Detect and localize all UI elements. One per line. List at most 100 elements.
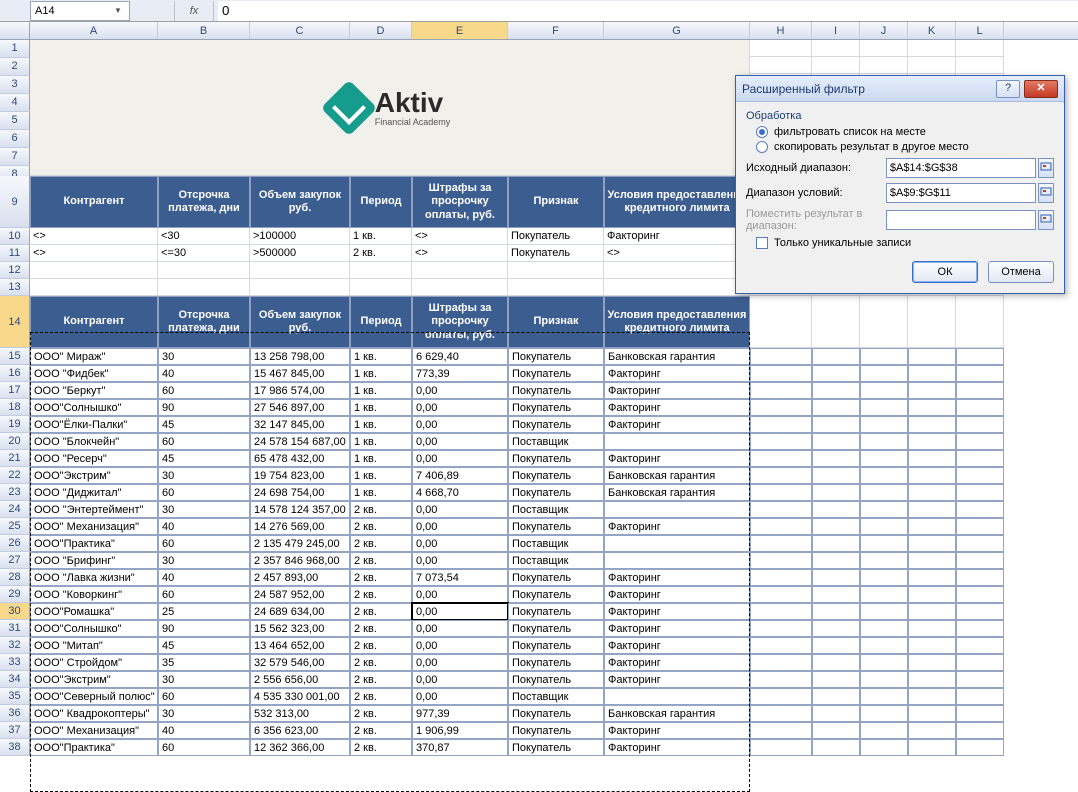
cell[interactable]: Банковская гарантия <box>604 705 750 722</box>
cell[interactable]: 0,00 <box>412 654 508 671</box>
cell[interactable] <box>750 688 812 705</box>
row-header-12[interactable]: 12 <box>0 262 30 279</box>
cell[interactable] <box>750 535 812 552</box>
cell[interactable] <box>750 637 812 654</box>
cell[interactable]: 30 <box>158 348 250 365</box>
cell[interactable] <box>860 382 908 399</box>
cell[interactable] <box>860 416 908 433</box>
cell[interactable]: 45 <box>158 637 250 654</box>
cell[interactable] <box>812 399 860 416</box>
cell[interactable] <box>908 603 956 620</box>
cell[interactable]: 30 <box>158 552 250 569</box>
cell[interactable] <box>956 296 1004 348</box>
cell[interactable] <box>908 57 956 74</box>
cell[interactable]: 14 578 124 357,00 <box>250 501 350 518</box>
cell[interactable] <box>860 671 908 688</box>
cell[interactable]: 45 <box>158 416 250 433</box>
cell[interactable] <box>860 40 908 57</box>
cell[interactable]: 1 кв. <box>350 450 412 467</box>
cell[interactable] <box>908 433 956 450</box>
cell[interactable] <box>412 279 508 296</box>
cell[interactable]: 2 кв. <box>350 552 412 569</box>
cell[interactable] <box>860 569 908 586</box>
cell[interactable]: 2 кв. <box>350 637 412 654</box>
cell[interactable] <box>604 262 750 279</box>
copy-to-picker-button[interactable] <box>1038 210 1054 230</box>
cell[interactable]: Факторинг <box>604 671 750 688</box>
cell[interactable] <box>860 365 908 382</box>
cell[interactable]: <=30 <box>158 245 250 262</box>
cell[interactable]: Факторинг <box>604 620 750 637</box>
cell[interactable] <box>604 279 750 296</box>
cell[interactable]: 2 135 479 245,00 <box>250 535 350 552</box>
cell[interactable]: 24 587 952,00 <box>250 586 350 603</box>
cell[interactable] <box>812 637 860 654</box>
row-header-34[interactable]: 34 <box>0 671 30 688</box>
column-header-E[interactable]: E <box>412 22 508 39</box>
cell[interactable]: Факторинг <box>604 228 750 245</box>
cell[interactable]: ООО"Практика" <box>30 739 158 756</box>
cell[interactable]: Покупатель <box>508 399 604 416</box>
cell[interactable]: 0,00 <box>412 586 508 603</box>
source-range-input[interactable] <box>886 158 1036 178</box>
cell[interactable]: 4 535 330 001,00 <box>250 688 350 705</box>
cell[interactable] <box>956 586 1004 603</box>
row-header-25[interactable]: 25 <box>0 518 30 535</box>
row-header-36[interactable]: 36 <box>0 705 30 722</box>
cell[interactable] <box>860 296 908 348</box>
cell[interactable] <box>956 688 1004 705</box>
cell[interactable]: 24 578 154 687,00 <box>250 433 350 450</box>
cell[interactable] <box>412 262 508 279</box>
cell[interactable] <box>812 518 860 535</box>
column-header-B[interactable]: B <box>158 22 250 39</box>
cell[interactable] <box>604 552 750 569</box>
cell[interactable] <box>750 40 812 57</box>
cell[interactable]: Покупатель <box>508 416 604 433</box>
cell[interactable] <box>908 416 956 433</box>
cell[interactable] <box>750 739 812 756</box>
cell[interactable]: 0,00 <box>412 671 508 688</box>
cell[interactable] <box>250 262 350 279</box>
cell[interactable] <box>750 296 812 348</box>
cell[interactable] <box>908 40 956 57</box>
row-header-1[interactable]: 1 <box>0 40 30 58</box>
cell[interactable]: 2 кв. <box>350 535 412 552</box>
cell[interactable] <box>812 671 860 688</box>
cell[interactable] <box>908 382 956 399</box>
cell[interactable]: Покупатель <box>508 739 604 756</box>
cell[interactable] <box>860 450 908 467</box>
cell[interactable]: 2 кв. <box>350 671 412 688</box>
cell[interactable] <box>908 654 956 671</box>
radio-filter-in-place[interactable]: фильтровать список на месте <box>756 126 1054 138</box>
cell[interactable]: >500000 <box>250 245 350 262</box>
cell[interactable] <box>750 416 812 433</box>
cell[interactable] <box>812 467 860 484</box>
cell[interactable]: 0,00 <box>412 450 508 467</box>
cell[interactable] <box>860 637 908 654</box>
cell[interactable]: 90 <box>158 399 250 416</box>
cell[interactable] <box>908 671 956 688</box>
row-header-21[interactable]: 21 <box>0 450 30 467</box>
column-header-J[interactable]: J <box>860 22 908 39</box>
row-header-18[interactable]: 18 <box>0 399 30 416</box>
cell[interactable] <box>812 348 860 365</box>
row-header-24[interactable]: 24 <box>0 501 30 518</box>
cell[interactable] <box>30 262 158 279</box>
cell[interactable]: Покупатель <box>508 228 604 245</box>
cell[interactable] <box>812 484 860 501</box>
cell[interactable]: 4 668,70 <box>412 484 508 501</box>
cell[interactable]: 2 кв. <box>350 569 412 586</box>
cell[interactable]: ООО "Диджитал" <box>30 484 158 501</box>
cell[interactable] <box>812 501 860 518</box>
cell[interactable]: 12 362 366,00 <box>250 739 350 756</box>
cell[interactable]: Факторинг <box>604 382 750 399</box>
cell[interactable]: 0,00 <box>412 620 508 637</box>
cell[interactable] <box>750 433 812 450</box>
cell[interactable]: Покупатель <box>508 671 604 688</box>
cell[interactable]: 6 629,40 <box>412 348 508 365</box>
cell[interactable] <box>812 552 860 569</box>
cell[interactable]: 2 кв. <box>350 654 412 671</box>
cell[interactable]: 1 кв. <box>350 382 412 399</box>
cell[interactable] <box>860 433 908 450</box>
cell[interactable] <box>812 688 860 705</box>
